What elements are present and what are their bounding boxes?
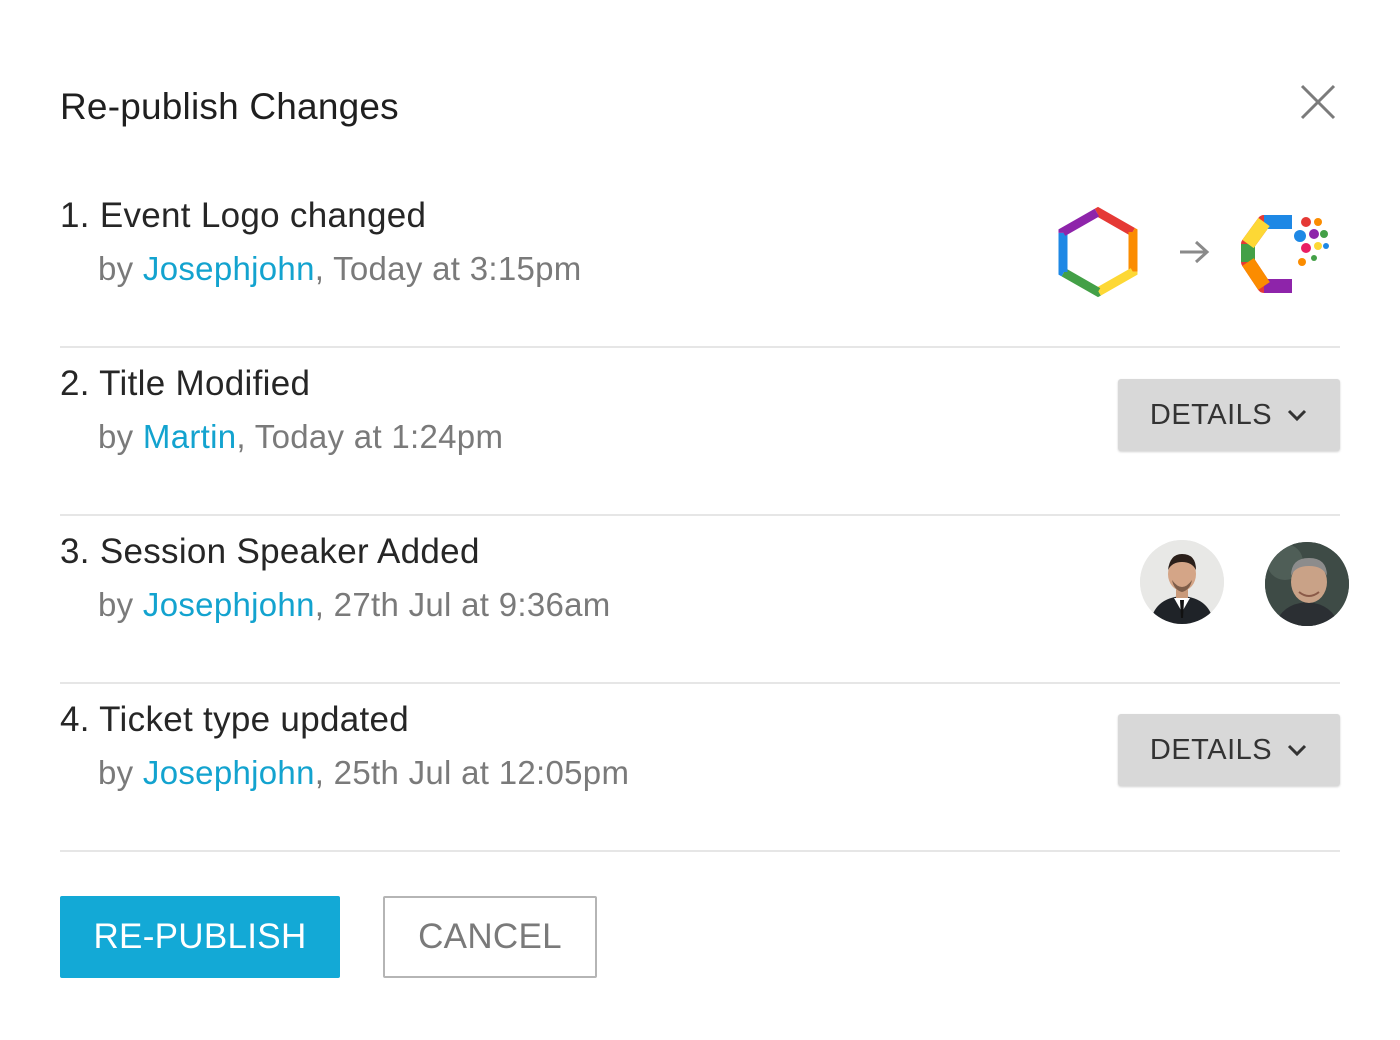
author-link[interactable]: Josephjohn <box>143 754 315 791</box>
cancel-button[interactable]: CANCEL <box>383 896 597 978</box>
change-item-logo: 1. Event Logo changed by Josephjohn, Tod… <box>60 180 1340 348</box>
speaker-avatar <box>1140 540 1224 624</box>
change-meta: by Josephjohn, 25th Jul at 12:05pm <box>98 754 629 792</box>
close-button[interactable] <box>1296 80 1340 124</box>
details-button[interactable]: DETAILS <box>1118 714 1340 786</box>
change-time: , Today at 3:15pm <box>314 250 582 287</box>
arrow-right-icon <box>1180 240 1210 264</box>
change-item-title: 2. Title Modified by Martin, Today at 1:… <box>60 348 1340 516</box>
by-label: by <box>98 586 143 623</box>
by-label: by <box>98 418 143 455</box>
change-title: 3. Session Speaker Added <box>60 532 480 571</box>
change-item-ticket: 4. Ticket type updated by Josephjohn, 25… <box>60 684 1340 852</box>
change-meta: by Josephjohn, 27th Jul at 9:36am <box>98 586 611 624</box>
change-title: 1. Event Logo changed <box>60 196 427 235</box>
new-logo-icon <box>1241 215 1329 293</box>
change-time: , 25th Jul at 12:05pm <box>314 754 630 791</box>
republish-dialog: Re-publish Changes 1. Event Logo changed… <box>0 0 1400 1040</box>
chevron-down-icon <box>1288 409 1307 422</box>
by-label: by <box>98 754 143 791</box>
speaker-avatar <box>1265 542 1349 626</box>
dialog-title: Re-publish Changes <box>60 86 399 127</box>
logo-compare <box>1050 204 1340 300</box>
change-title: 2. Title Modified <box>60 364 311 403</box>
change-meta: by Martin, Today at 1:24pm <box>98 418 503 456</box>
author-link[interactable]: Josephjohn <box>143 250 315 287</box>
chevron-down-icon <box>1288 744 1307 757</box>
republish-button[interactable]: RE-PUBLISH <box>60 896 340 978</box>
details-button[interactable]: DETAILS <box>1118 379 1340 451</box>
old-logo-icon <box>1058 206 1138 298</box>
change-item-speaker: 3. Session Speaker Added by Josephjohn, … <box>60 516 1349 684</box>
details-label: DETAILS <box>1149 398 1273 431</box>
change-time: , Today at 1:24pm <box>236 418 504 455</box>
author-link[interactable]: Martin <box>143 418 237 455</box>
author-link[interactable]: Josephjohn <box>143 586 315 623</box>
change-title: 4. Ticket type updated <box>60 700 410 739</box>
by-label: by <box>98 250 143 287</box>
change-time: , 27th Jul at 9:36am <box>314 586 611 623</box>
close-icon <box>1300 84 1336 120</box>
details-label: DETAILS <box>1149 733 1273 766</box>
change-meta: by Josephjohn, Today at 3:15pm <box>98 250 582 288</box>
